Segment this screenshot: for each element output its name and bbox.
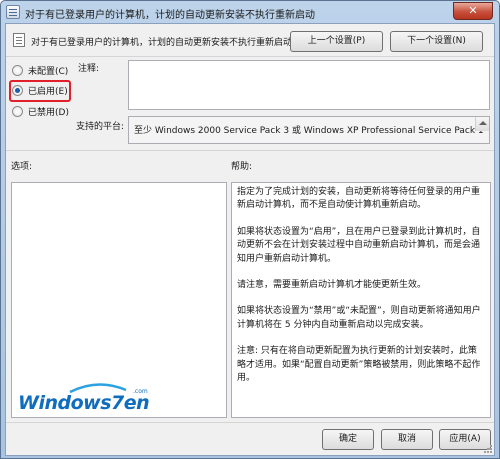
radio-disabled-circle[interactable] <box>12 106 23 117</box>
watermark-domain: .com <box>133 388 148 395</box>
policy-setting-icon <box>13 33 25 47</box>
section-divider <box>6 150 494 151</box>
cancel-button[interactable]: 取消 <box>381 429 433 450</box>
policy-name: 对于有已登录用户的计算机，计划的自动更新安装不执行重新启动 <box>31 38 293 48</box>
policy-window-icon <box>6 5 20 19</box>
options-section-label: 选项: <box>11 162 33 172</box>
radio-disabled-label: 已禁用(D) <box>28 108 69 118</box>
help-pane[interactable]: 指定为了完成计划的安装，自动更新将等待任何登录的用户重新启动计算机，而不是自动使… <box>231 182 491 418</box>
help-paragraph: 注意: 只有在将自动更新配置为执行更新的计划安装时，此策略才适用。如果“配置自动… <box>237 346 481 384</box>
help-paragraph: 请注意，需要重新启动计算机才能使更新生效。 <box>237 280 427 291</box>
help-section-label: 帮助: <box>231 162 253 172</box>
title-bar[interactable]: 对于有已登录用户的计算机，计划的自动更新安装不执行重新启动 ✕ <box>1 1 499 23</box>
close-icon: ✕ <box>468 4 478 17</box>
radio-not-configured-circle[interactable] <box>12 65 23 76</box>
watermark-text: Windows7en <box>18 392 150 414</box>
watermark-logo: Windows7en .com <box>18 383 168 418</box>
resize-grip-icon[interactable] <box>483 444 493 454</box>
help-paragraph: 如果将状态设置为“禁用”或“未配置”，则自动更新将通知用户计算机将在 5 分钟内… <box>237 306 481 330</box>
policy-dialog-window: 对于有已登录用户的计算机，计划的自动更新安装不执行重新启动 ✕ 对于有已登录用户… <box>0 0 500 459</box>
policy-header: 对于有已登录用户的计算机，计划的自动更新安装不执行重新启动 上一个设置(P) 下… <box>6 24 494 57</box>
radio-enabled-circle[interactable] <box>12 85 23 96</box>
supported-platform-value: 至少 Windows 2000 Service Pack 3 或 Windows… <box>134 126 484 136</box>
footer-separator <box>6 422 494 423</box>
help-paragraph: 如果将状态设置为“启用”，且在用户已登录到此计算机时，自动更新不会在计划安装过程… <box>237 226 481 264</box>
supported-platform-label: 支持的平台: <box>76 122 125 132</box>
dialog-client-area: 对于有已登录用户的计算机，计划的自动更新安装不执行重新启动 上一个设置(P) 下… <box>5 23 495 456</box>
radio-enabled-label: 已启用(E) <box>28 87 68 97</box>
next-setting-button[interactable]: 下一个设置(N) <box>390 31 483 52</box>
supported-platform-field: 至少 Windows 2000 Service Pack 3 或 Windows… <box>128 116 490 144</box>
window-title: 对于有已登录用户的计算机，计划的自动更新安装不执行重新启动 <box>25 10 315 21</box>
close-button[interactable]: ✕ <box>453 2 493 20</box>
scroll-up-arrow-icon[interactable] <box>475 117 489 131</box>
comment-textarea[interactable] <box>128 60 490 110</box>
ok-button[interactable]: 确定 <box>322 429 374 450</box>
help-paragraph: 指定为了完成计划的安装，自动更新将等待任何登录的用户重新启动计算机，而不是自动使… <box>237 187 481 211</box>
previous-setting-button[interactable]: 上一个设置(P) <box>290 31 383 52</box>
help-text: 指定为了完成计划的安装，自动更新将等待任何登录的用户重新启动计算机，而不是自动使… <box>237 186 485 398</box>
comment-label: 注释: <box>78 64 100 74</box>
radio-not-configured-label: 未配置(C) <box>28 67 69 77</box>
